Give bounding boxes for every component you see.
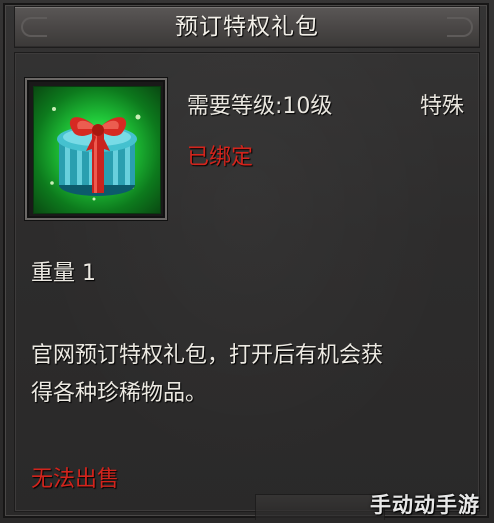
description-line-2: 得各种珍稀物品。 [31, 381, 208, 406]
bottom-tab [255, 494, 385, 520]
watermark: 手动动手游 [370, 493, 480, 517]
description-line-1: 官网预订特权礼包，打开后有机会获 [31, 343, 384, 368]
item-title: 预订特权礼包 [175, 14, 319, 40]
required-level: 需要等级:10级 [187, 94, 333, 119]
gift-box-icon [33, 86, 161, 214]
bind-status: 已绑定 [187, 145, 254, 170]
item-description: 官网预订特权礼包，打开后有机会获 得各种珍稀物品。 [31, 337, 471, 413]
sell-status: 无法出售 [31, 467, 120, 492]
title-bar: 预订特权礼包 [14, 6, 480, 48]
item-category: 特殊 [420, 94, 465, 119]
item-icon-slot[interactable] [25, 78, 167, 220]
item-tooltip-panel: 预订特权礼包 需要等级:10级 特殊 已绑定 重量 1 官网预订特权礼包，打开后… [0, 0, 494, 523]
item-weight: 重量 1 [31, 261, 96, 286]
